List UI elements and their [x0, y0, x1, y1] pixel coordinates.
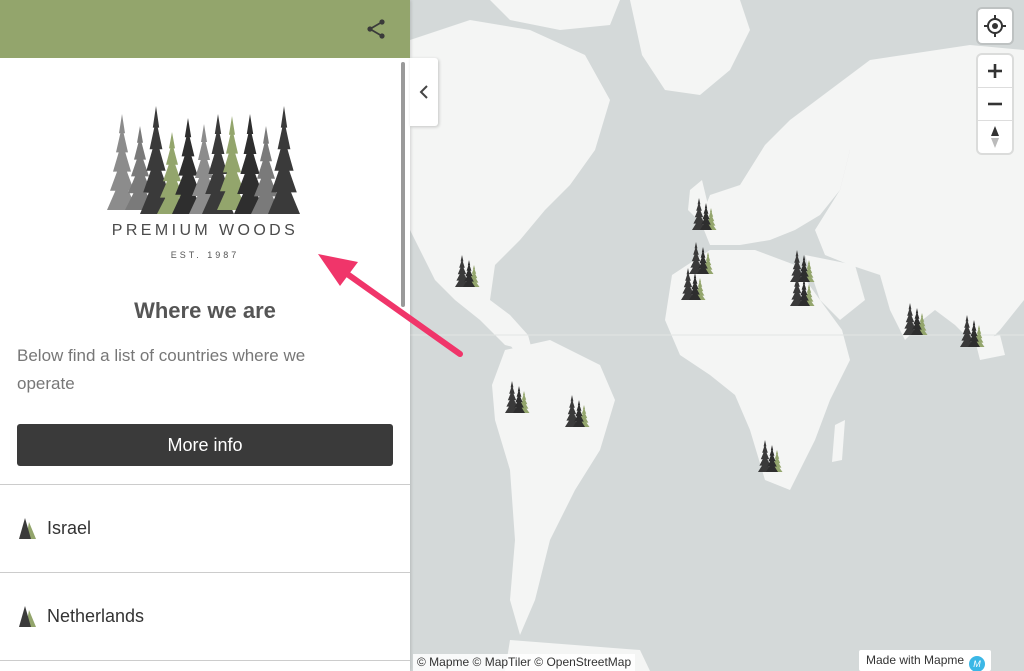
mapme-logo-icon: M — [969, 656, 986, 671]
share-icon — [367, 19, 385, 39]
zoom-in-button[interactable] — [978, 55, 1012, 87]
made-with-label: Made with Mapme — [866, 653, 965, 667]
premium-woods-logo — [107, 106, 300, 214]
list-item-label: Israel — [47, 518, 92, 538]
locate-icon — [984, 15, 1006, 37]
compass-icon — [991, 126, 999, 148]
section-title: Where we are — [134, 298, 276, 323]
panel-header — [0, 0, 410, 58]
panel-scrollbar[interactable] — [401, 62, 405, 307]
zoom-out-button[interactable] — [978, 88, 1012, 120]
list-item-netherlands[interactable]: Netherlands — [0, 573, 410, 661]
list-item-label: Netherlands — [47, 606, 145, 626]
compass-button[interactable] — [978, 121, 1012, 153]
collapse-panel-button[interactable] — [410, 58, 438, 126]
section-description: Below find a list of countries where we … — [17, 346, 306, 393]
plus-icon — [988, 64, 1002, 78]
divider — [0, 660, 410, 661]
tree-icon — [19, 518, 36, 539]
map-attribution[interactable]: © Mapme © MapTiler © OpenStreetMap — [413, 654, 636, 671]
world-map[interactable] — [410, 0, 1024, 671]
tree-icon — [19, 606, 36, 627]
locate-button[interactable] — [978, 9, 1012, 43]
sidebar-panel: PREMIUM WOODS EST. 1987 Where we are Bel… — [0, 0, 410, 671]
brand-name: PREMIUM WOODS — [111, 222, 299, 239]
map-zoom-controls — [978, 55, 1012, 153]
list-item-israel[interactable]: Israel — [0, 485, 410, 573]
chevron-left-icon — [419, 85, 428, 99]
made-with-mapme-link[interactable]: Made with Mapme M — [859, 650, 992, 671]
more-info-button[interactable]: More info — [17, 424, 393, 466]
share-button[interactable] — [364, 17, 388, 41]
brand-established: EST. 1987 — [170, 250, 240, 260]
minus-icon — [988, 102, 1002, 106]
